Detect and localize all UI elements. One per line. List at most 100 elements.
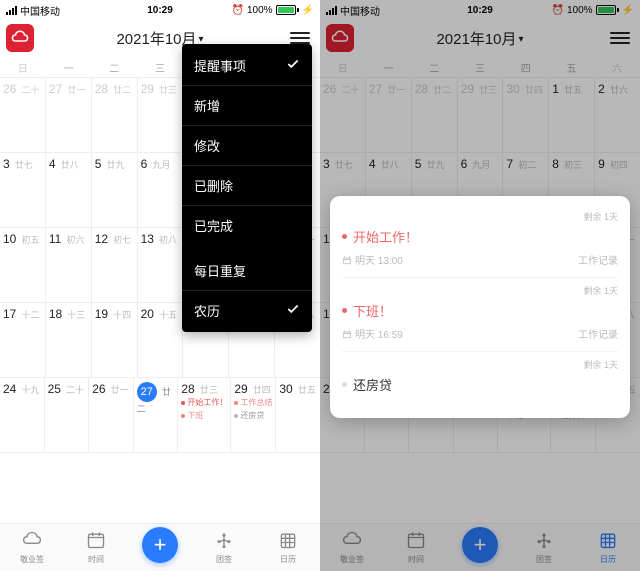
tab-icon	[86, 530, 106, 552]
weekday-row: 日一二三四五六	[320, 56, 640, 78]
day-cell[interactable]: 20 十五	[138, 303, 184, 377]
day-cell[interactable]: 13 初八	[138, 228, 184, 302]
carrier-label: 中国移动	[20, 3, 60, 18]
day-cell[interactable]: 1 廿五	[549, 78, 595, 152]
menu-item[interactable]: 提醒事项	[182, 46, 312, 86]
day-cell[interactable]: 25 二十	[45, 378, 90, 452]
menu-button[interactable]	[610, 29, 630, 47]
weekday: 三	[457, 60, 503, 75]
signal-icon	[326, 6, 337, 15]
day-cell[interactable]: 3 廿七	[0, 153, 46, 227]
check-icon	[286, 57, 300, 74]
day-cell[interactable]: 29 廿四工作总结还房贷	[231, 378, 276, 452]
filter-dropdown: 提醒事项新增修改已删除已完成每日重复农历	[182, 44, 312, 332]
reminder-title: 还房贷	[342, 375, 618, 394]
day-cell[interactable]: 5 廿九	[92, 153, 138, 227]
event-chip[interactable]: 还房贷	[234, 410, 272, 422]
tab-icon	[22, 530, 42, 552]
check-icon	[286, 302, 300, 319]
alarm-icon: ⏰	[552, 5, 564, 16]
tab-4[interactable]: 日历	[256, 524, 320, 571]
tab-bar: 敬业签 时间+团签日历	[0, 523, 320, 571]
reminder-sub: 明天 13:00工作记录	[342, 252, 618, 267]
reminder-item[interactable]: 剩余 1天开始工作！ 明天 13:00工作记录	[342, 204, 618, 278]
tab-icon	[406, 530, 426, 552]
tab-0[interactable]: 敬业签	[320, 524, 384, 571]
day-cell[interactable]: 18 十三	[46, 303, 92, 377]
weekday: 日	[320, 60, 366, 75]
tab-label: 敬业签	[20, 554, 44, 565]
menu-item[interactable]: 农历	[182, 291, 312, 330]
day-cell[interactable]: 27 廿一	[46, 78, 92, 152]
tab-label: 敬业签	[340, 554, 364, 565]
day-cell[interactable]: 24 十九	[0, 378, 45, 452]
tab-label: 时间	[408, 554, 424, 565]
tab-3[interactable]: 团签	[192, 524, 256, 571]
day-cell[interactable]: 19 十四	[92, 303, 138, 377]
menu-item[interactable]: 修改	[182, 126, 312, 166]
day-cell[interactable]: 26 二十	[320, 78, 366, 152]
day-cell[interactable]: 17 十二	[0, 303, 46, 377]
menu-item[interactable]: 已完成	[182, 206, 312, 251]
day-cell[interactable]: 28 廿二	[412, 78, 458, 152]
tab-label: 日历	[600, 554, 616, 565]
day-cell[interactable]: 27 廿一	[366, 78, 412, 152]
menu-item[interactable]: 新增	[182, 86, 312, 126]
tab-label: 日历	[280, 554, 296, 565]
day-cell[interactable]: 26 二十	[0, 78, 46, 152]
battery-icon	[596, 5, 619, 15]
event-chip[interactable]: 工作总结	[234, 397, 272, 409]
tab-icon	[534, 530, 554, 552]
app-logo[interactable]	[326, 24, 354, 52]
status-bar: 中国移动 10:29 ⏰ 100% ⚡	[0, 0, 320, 20]
day-cell[interactable]: 30 廿五	[276, 378, 320, 452]
alarm-icon: ⏰	[232, 5, 244, 16]
weekday: 二	[411, 60, 457, 75]
day-cell[interactable]: 27 廿二	[134, 378, 179, 452]
day-cell[interactable]: 29 廿三	[458, 78, 504, 152]
tab-0[interactable]: 敬业签	[0, 524, 64, 571]
day-cell[interactable]: 12 初七	[92, 228, 138, 302]
app-logo[interactable]	[6, 24, 34, 52]
weekday: 日	[0, 60, 46, 75]
reminder-item[interactable]: 剩余 1天下班！ 明天 16:59工作记录	[342, 278, 618, 352]
day-cell[interactable]: 30 廿四	[503, 78, 549, 152]
day-cell[interactable]: 11 初六	[46, 228, 92, 302]
menu-item[interactable]: 每日重复	[182, 251, 312, 291]
charging-icon: ⚡	[622, 5, 634, 16]
day-cell[interactable]: 29 廿三	[138, 78, 184, 152]
tab-icon	[342, 530, 362, 552]
weekday: 一	[366, 60, 412, 75]
reminder-item[interactable]: 剩余 1天还房贷	[342, 352, 618, 410]
menu-item[interactable]: 已删除	[182, 166, 312, 206]
status-time: 10:29	[467, 5, 493, 16]
day-cell[interactable]: 28 廿二	[92, 78, 138, 152]
reminder-remain: 剩余 1天	[342, 284, 618, 297]
reminder-title: 下班！	[342, 301, 618, 320]
day-cell[interactable]: 6 九月	[138, 153, 184, 227]
day-cell[interactable]: 26 廿一	[89, 378, 134, 452]
reminder-sub: 明天 16:59工作记录	[342, 326, 618, 341]
tab-icon	[278, 530, 298, 552]
tab-3[interactable]: 团签	[512, 524, 576, 571]
day-cell[interactable]: 2 廿六	[595, 78, 640, 152]
event-chip[interactable]: 开始工作！	[181, 397, 227, 409]
tab-label: 团签	[536, 554, 552, 565]
reminder-title: 开始工作！	[342, 227, 618, 246]
day-cell[interactable]: 28 廿三开始工作！下班	[178, 378, 231, 452]
day-cell[interactable]: 4 廿八	[46, 153, 92, 227]
tab-1[interactable]: 时间	[64, 524, 128, 571]
day-cell[interactable]: 10 初五	[0, 228, 46, 302]
status-time: 10:29	[147, 5, 173, 16]
add-button[interactable]: +	[128, 524, 192, 571]
reminder-remain: 剩余 1天	[342, 210, 618, 223]
charging-icon: ⚡	[302, 5, 314, 16]
tab-4[interactable]: 日历	[576, 524, 640, 571]
battery-pct: 100%	[567, 5, 593, 16]
phone-right: 中国移动 10:29 ⏰ 100% ⚡ 2021年10月▾ 日一二三四五六 26…	[320, 0, 640, 571]
add-button[interactable]: +	[448, 524, 512, 571]
page-title[interactable]: 2021年10月▾	[436, 28, 523, 49]
tab-icon	[214, 530, 234, 552]
tab-1[interactable]: 时间	[384, 524, 448, 571]
event-chip[interactable]: 下班	[181, 410, 227, 422]
